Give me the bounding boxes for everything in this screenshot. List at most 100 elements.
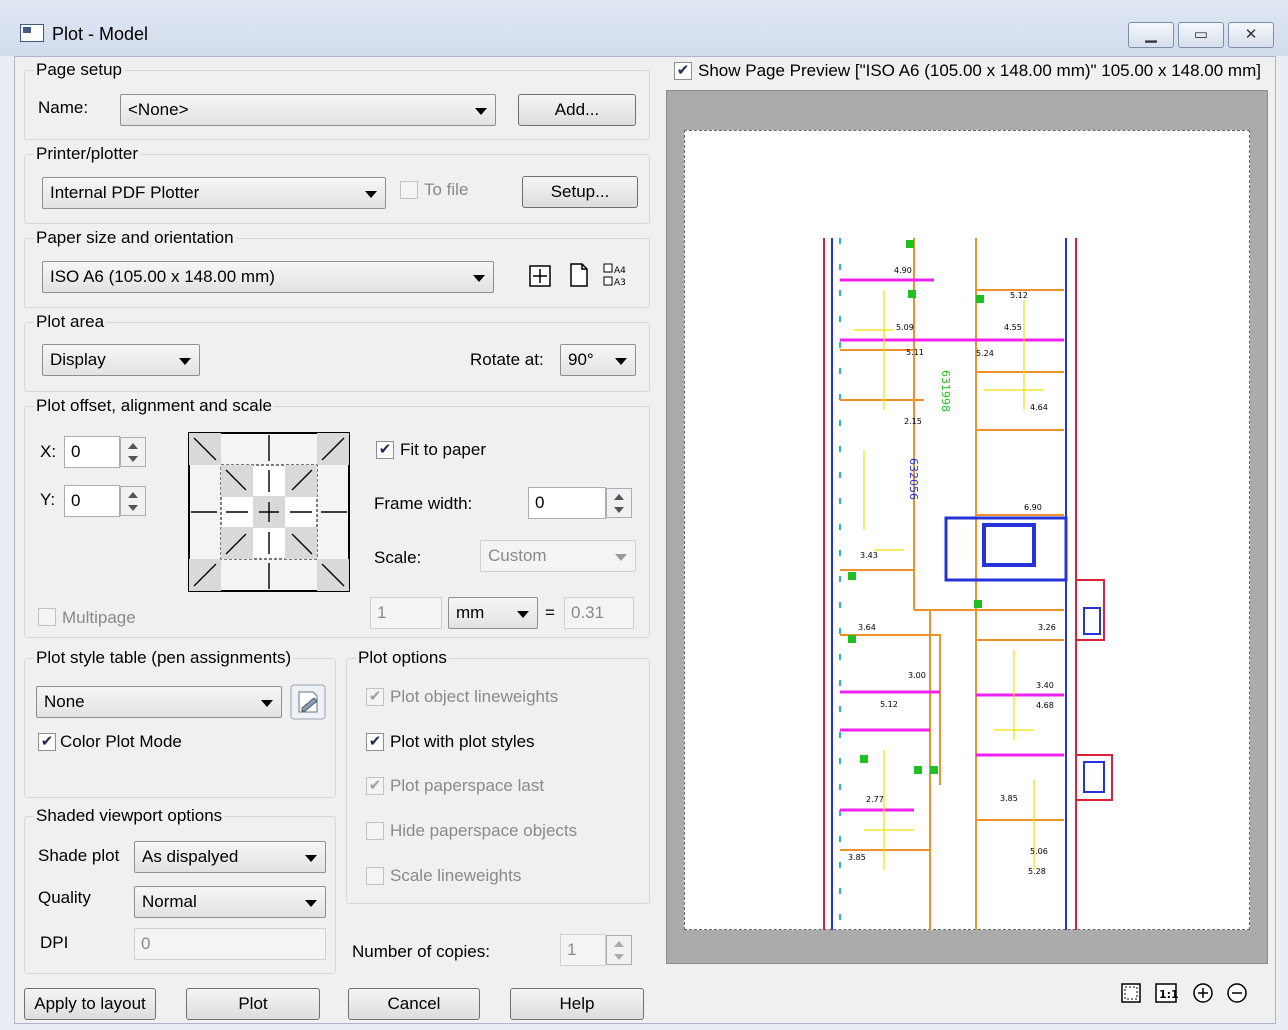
plot-style-value: None [44, 692, 85, 711]
maximize-button[interactable]: ▭ [1178, 22, 1224, 48]
room-label: 5.11 [906, 348, 924, 357]
chevron-down-icon [517, 611, 529, 618]
quality-select[interactable]: Normal [134, 886, 326, 918]
portrait-icon[interactable] [568, 262, 590, 288]
zoom-one-to-one-icon[interactable]: 1:1 [1154, 982, 1178, 1004]
svg-text:1:1: 1:1 [1159, 988, 1178, 1001]
room-label: 4.64 [1030, 403, 1048, 412]
chevron-down-icon [475, 108, 487, 115]
svg-text:A3: A3 [614, 278, 626, 288]
page-orientation-icon[interactable]: A4A3 [602, 262, 630, 288]
show-page-preview-label: Show Page Preview ["ISO A6 (105.00 x 148… [698, 61, 1261, 80]
fit-to-paper-label: Fit to paper [400, 440, 486, 459]
scale-value: Custom [488, 546, 547, 565]
cancel-button[interactable]: Cancel [348, 988, 480, 1020]
y-offset-input[interactable]: 0 [64, 485, 120, 517]
plot-paperspace-last-label: Plot paperspace last [390, 776, 545, 795]
room-label: 5.12 [880, 700, 898, 709]
plot-with-plot-styles-checkbox[interactable]: ✔ [366, 733, 384, 751]
copies-input[interactable]: 1 [560, 934, 606, 966]
unit-select[interactable]: mm [448, 597, 538, 629]
floor-plan-drawing: 4.90 5.12 5.09 4.55 5.11 5.24 4.64 2.15 … [823, 238, 1113, 930]
plot-paperspace-last-checkbox[interactable]: ✔ [366, 777, 384, 795]
chevron-down-icon [179, 358, 191, 365]
alignment-grid[interactable] [188, 432, 352, 594]
plot-area-label: Plot area [34, 312, 107, 332]
frame-width-input[interactable]: 0 [528, 487, 606, 519]
plot-object-lineweights-checkbox[interactable]: ✔ [366, 688, 384, 706]
add-button[interactable]: Add... [518, 94, 636, 126]
svg-text:A4: A4 [614, 266, 626, 276]
room-label: 3.64 [858, 623, 876, 632]
multipage-label: Multipage [62, 608, 136, 627]
close-button[interactable]: ✕ [1228, 22, 1274, 48]
dpi-label: DPI [40, 933, 69, 952]
room-label: 3.85 [848, 853, 866, 862]
room-label: 2.77 [866, 795, 884, 804]
zoom-extents-icon[interactable] [1120, 982, 1142, 1004]
shaded-viewport-label: Shaded viewport options [34, 806, 225, 826]
plot-area-value: Display [50, 350, 106, 369]
multipage-checkbox[interactable] [38, 608, 56, 626]
plot-with-plot-styles-label: Plot with plot styles [390, 732, 535, 751]
copies-label: Number of copies: [352, 942, 490, 961]
apply-to-layout-button[interactable]: Apply to layout [24, 988, 156, 1020]
minimize-button[interactable]: ▁ [1128, 22, 1174, 48]
zoom-in-icon[interactable] [1192, 982, 1214, 1004]
center-plot-icon[interactable] [528, 264, 552, 288]
room-label: 5.06 [1030, 847, 1048, 856]
show-page-preview-checkbox[interactable]: ✔ [674, 62, 692, 80]
dpi-input[interactable]: 0 [134, 928, 326, 960]
shade-plot-select[interactable]: As dispalyed [134, 841, 326, 873]
paper-size-select[interactable]: ISO A6 (105.00 x 148.00 mm) [42, 261, 494, 293]
room-label: 3.40 [1036, 681, 1054, 690]
plot-area-select[interactable]: Display [42, 344, 200, 376]
page-setup-name-select[interactable]: <None> [120, 94, 496, 126]
scale-select[interactable]: Custom [480, 540, 636, 572]
color-plot-mode-checkbox[interactable]: ✔ [38, 733, 56, 751]
rotate-select[interactable]: 90° [560, 344, 636, 376]
to-file-checkbox[interactable] [400, 181, 418, 199]
room-id-label: 632056 [907, 458, 920, 500]
plot-style-select[interactable]: None [36, 686, 282, 718]
setup-button[interactable]: Setup... [522, 176, 638, 208]
y-label: Y: [40, 490, 56, 509]
hide-paperspace-objects-label: Hide paperspace objects [390, 821, 578, 840]
scale-ratio-right-input[interactable]: 0.31 [564, 597, 634, 629]
frame-width-spinner[interactable] [606, 488, 632, 518]
app-icon [20, 24, 44, 42]
name-label: Name: [38, 98, 89, 117]
rotate-value: 90° [568, 350, 594, 369]
chevron-down-icon [305, 900, 317, 907]
printer-label: Printer/plotter [34, 144, 141, 164]
hide-paperspace-objects-checkbox[interactable] [366, 822, 384, 840]
copies-spinner[interactable] [606, 935, 632, 965]
plot-style-label: Plot style table (pen assignments) [34, 648, 294, 668]
to-file-label: To file [424, 180, 469, 199]
scale-lineweights-checkbox[interactable] [366, 867, 384, 885]
frame-width-label: Frame width: [374, 494, 473, 513]
chevron-down-icon [305, 855, 317, 862]
page-setup-name-value: <None> [128, 100, 189, 119]
plot-button[interactable]: Plot [186, 988, 320, 1020]
plot-options-label: Plot options [356, 648, 449, 668]
zoom-out-icon[interactable] [1226, 982, 1248, 1004]
equals-label: = [545, 603, 555, 622]
fit-to-paper-checkbox[interactable]: ✔ [376, 441, 394, 459]
y-spinner[interactable] [120, 486, 146, 516]
edit-plot-style-icon[interactable] [290, 684, 326, 720]
room-label: 3.26 [1038, 623, 1056, 632]
room-label: 5.28 [1028, 867, 1046, 876]
x-offset-input[interactable]: 0 [64, 436, 120, 468]
window-title: Plot - Model [52, 24, 149, 44]
room-label: 3.00 [908, 671, 926, 680]
chevron-down-icon [261, 700, 273, 707]
scale-ratio-left-input[interactable]: 1 [370, 597, 442, 629]
room-label: 3.43 [860, 551, 878, 560]
x-spinner[interactable] [120, 437, 146, 467]
chevron-down-icon [615, 554, 627, 561]
help-button[interactable]: Help [510, 988, 644, 1020]
printer-select[interactable]: Internal PDF Plotter [42, 177, 386, 209]
paper-size-value: ISO A6 (105.00 x 148.00 mm) [50, 267, 275, 286]
plot-object-lineweights-label: Plot object lineweights [390, 687, 559, 706]
